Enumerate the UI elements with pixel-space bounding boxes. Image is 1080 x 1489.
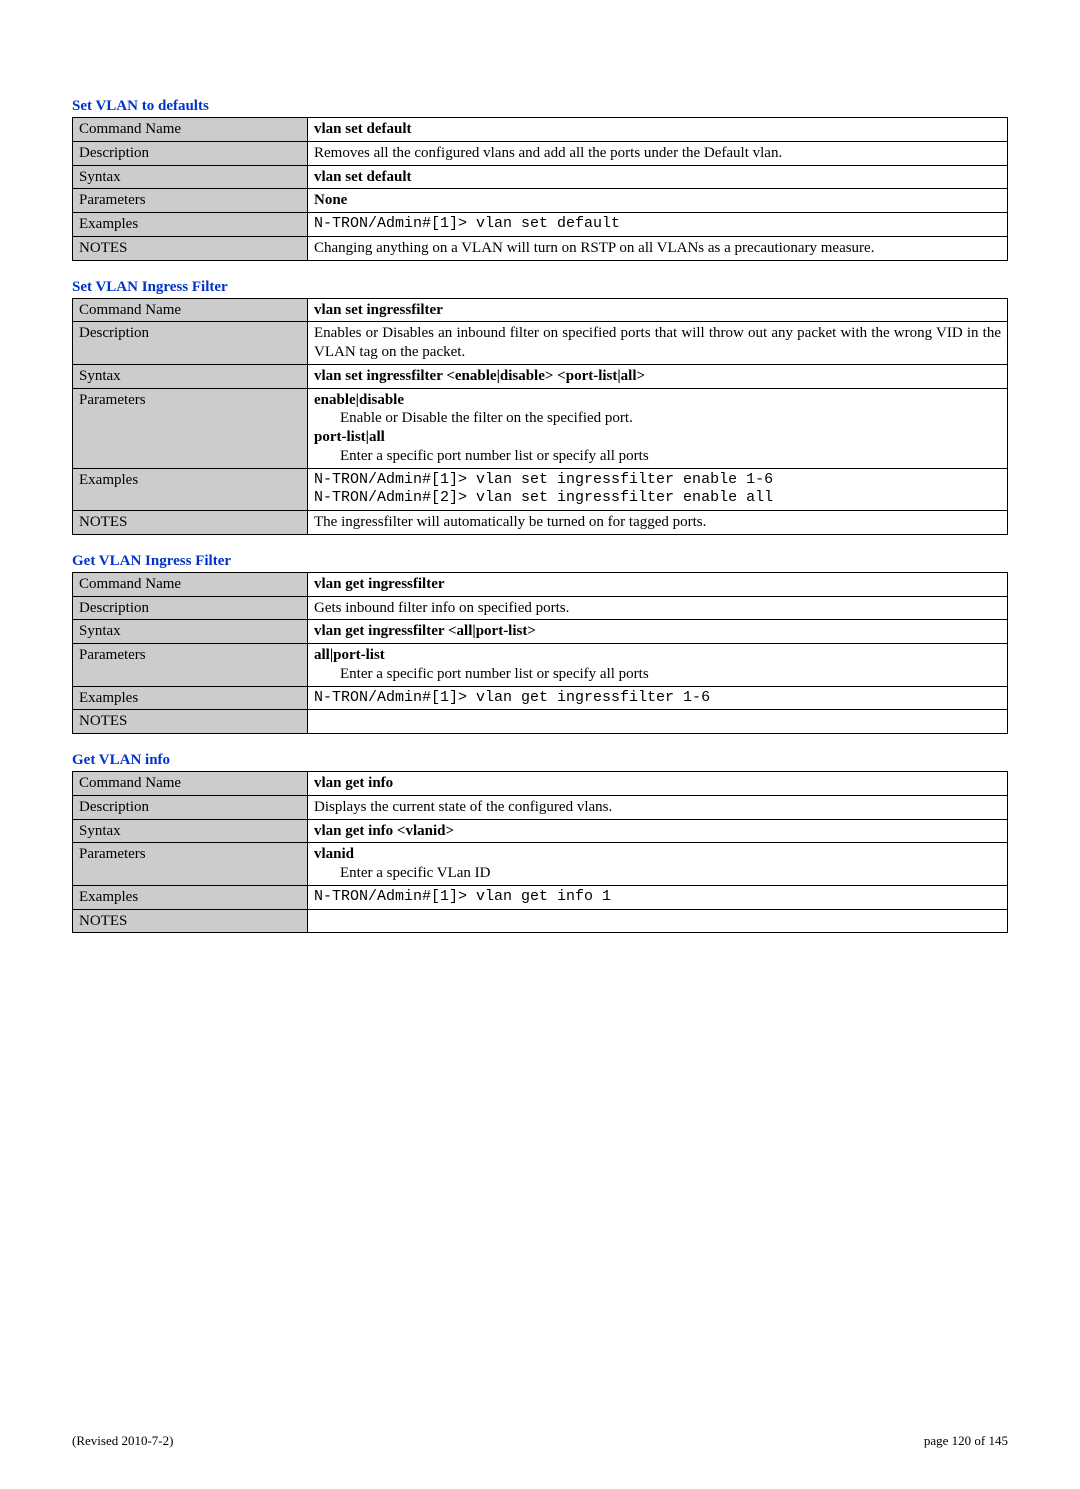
parameter-name: None <box>314 191 1001 210</box>
row-value: vlan set default <box>308 118 1008 142</box>
parameter-name: port-list|all <box>314 428 1001 447</box>
row-label: Parameters <box>73 388 308 468</box>
parameters-cell: None <box>314 191 1001 210</box>
command-table: Command Name vlan get info DescriptionDisp… <box>72 771 1008 933</box>
row-value: vlan get ingressfilter <box>308 572 1008 596</box>
row-label: Syntax <box>73 620 308 644</box>
footer-page-number: page 120 of 145 <box>924 1433 1008 1449</box>
row-label: NOTES <box>73 511 308 535</box>
row-value: vlan get ingressfilter <all|port-list> <box>308 620 1008 644</box>
examples-cell: N-TRON/Admin#[1]> vlan get ingressfilter… <box>314 689 1001 708</box>
syntax-value: vlan get info <vlanid> <box>314 823 454 839</box>
command-name-value: vlan get ingressfilter <box>314 576 445 592</box>
row-label: Description <box>73 322 308 365</box>
row-label: Parameters <box>73 644 308 687</box>
row-value <box>308 909 1008 933</box>
row-label: Command Name <box>73 298 308 322</box>
row-label: Description <box>73 141 308 165</box>
row-label: Examples <box>73 213 308 237</box>
row-value: Removes all the configured vlans and add… <box>308 141 1008 165</box>
parameter-name: all|port-list <box>314 646 1001 665</box>
row-label: NOTES <box>73 710 308 734</box>
row-value: Gets inbound filter info on specified po… <box>308 596 1008 620</box>
parameters-cell: vlanidEnter a specific VLan ID <box>314 845 1001 883</box>
row-value: The ingressfilter will automatically be … <box>308 511 1008 535</box>
syntax-value: vlan set default <box>314 169 412 185</box>
examples-cell: N-TRON/Admin#[1]> vlan set default <box>314 215 1001 234</box>
command-table: Command Name vlan get ingressfilter Descri… <box>72 572 1008 734</box>
command-table: Command Name vlan set default DescriptionR… <box>72 117 1008 261</box>
row-label: Description <box>73 596 308 620</box>
row-value: Changing anything on a VLAN will turn on… <box>308 236 1008 260</box>
parameters-cell: enable|disableEnable or Disable the filt… <box>314 391 1001 466</box>
row-label: Parameters <box>73 189 308 213</box>
row-label: Command Name <box>73 118 308 142</box>
parameters-cell: all|port-listEnter a specific port numbe… <box>314 646 1001 684</box>
row-value: vlan set default <box>308 165 1008 189</box>
command-table: Command Name vlan set ingressfilter Descri… <box>72 298 1008 535</box>
parameter-desc: Enter a specific port number list or spe… <box>314 447 1001 466</box>
parameter-desc: Enter a specific VLan ID <box>314 864 1001 883</box>
row-value: all|port-listEnter a specific port numbe… <box>308 644 1008 687</box>
section-title: Set VLAN Ingress Filter <box>72 279 1008 296</box>
page-footer: (Revised 2010-7-2) page 120 of 145 <box>72 1433 1008 1449</box>
row-value: enable|disableEnable or Disable the filt… <box>308 388 1008 468</box>
section-title: Get VLAN Ingress Filter <box>72 553 1008 570</box>
row-value: N-TRON/Admin#[1]> vlan get ingressfilter… <box>308 686 1008 710</box>
row-label: Syntax <box>73 364 308 388</box>
footer-revised: (Revised 2010-7-2) <box>72 1433 173 1449</box>
row-label: Parameters <box>73 843 308 886</box>
example-line: N-TRON/Admin#[2]> vlan set ingressfilter… <box>314 489 1001 508</box>
row-value: Displays the current state of the config… <box>308 795 1008 819</box>
parameter-name: vlanid <box>314 845 1001 864</box>
row-label: Syntax <box>73 165 308 189</box>
row-value: N-TRON/Admin#[1]> vlan get info 1 <box>308 885 1008 909</box>
example-line: N-TRON/Admin#[1]> vlan get ingressfilter… <box>314 689 1001 708</box>
row-value: vlan set ingressfilter <box>308 298 1008 322</box>
row-label: Examples <box>73 468 308 511</box>
syntax-value: vlan set ingressfilter <enable|disable> … <box>314 368 645 384</box>
command-name-value: vlan get info <box>314 775 393 791</box>
example-line: N-TRON/Admin#[1]> vlan get info 1 <box>314 888 1001 907</box>
example-line: N-TRON/Admin#[1]> vlan set ingressfilter… <box>314 471 1001 490</box>
parameter-desc: Enter a specific port number list or spe… <box>314 665 1001 684</box>
examples-cell: N-TRON/Admin#[1]> vlan get info 1 <box>314 888 1001 907</box>
row-label: NOTES <box>73 909 308 933</box>
row-label: NOTES <box>73 236 308 260</box>
command-name-value: vlan set default <box>314 121 412 137</box>
row-value: vlan set ingressfilter <enable|disable> … <box>308 364 1008 388</box>
row-value <box>308 710 1008 734</box>
parameter-desc: Enable or Disable the filter on the spec… <box>314 409 1001 428</box>
syntax-value: vlan get ingressfilter <all|port-list> <box>314 623 536 639</box>
section-title: Set VLAN to defaults <box>72 98 1008 115</box>
example-line: N-TRON/Admin#[1]> vlan set default <box>314 215 1001 234</box>
row-label: Syntax <box>73 819 308 843</box>
row-value: None <box>308 189 1008 213</box>
section-title: Get VLAN info <box>72 752 1008 769</box>
row-value: vlanidEnter a specific VLan ID <box>308 843 1008 886</box>
row-value: N-TRON/Admin#[1]> vlan set ingressfilter… <box>308 468 1008 511</box>
document-body: Set VLAN to defaults Command Name vlan set… <box>72 98 1008 933</box>
row-value: Enables or Disables an inbound filter on… <box>308 322 1008 365</box>
row-label: Command Name <box>73 772 308 796</box>
row-label: Description <box>73 795 308 819</box>
row-label: Command Name <box>73 572 308 596</box>
examples-cell: N-TRON/Admin#[1]> vlan set ingressfilter… <box>314 471 1001 509</box>
parameter-name: enable|disable <box>314 391 1001 410</box>
command-name-value: vlan set ingressfilter <box>314 302 443 318</box>
row-value: N-TRON/Admin#[1]> vlan set default <box>308 213 1008 237</box>
row-value: vlan get info <vlanid> <box>308 819 1008 843</box>
row-label: Examples <box>73 885 308 909</box>
row-value: vlan get info <box>308 772 1008 796</box>
row-label: Examples <box>73 686 308 710</box>
